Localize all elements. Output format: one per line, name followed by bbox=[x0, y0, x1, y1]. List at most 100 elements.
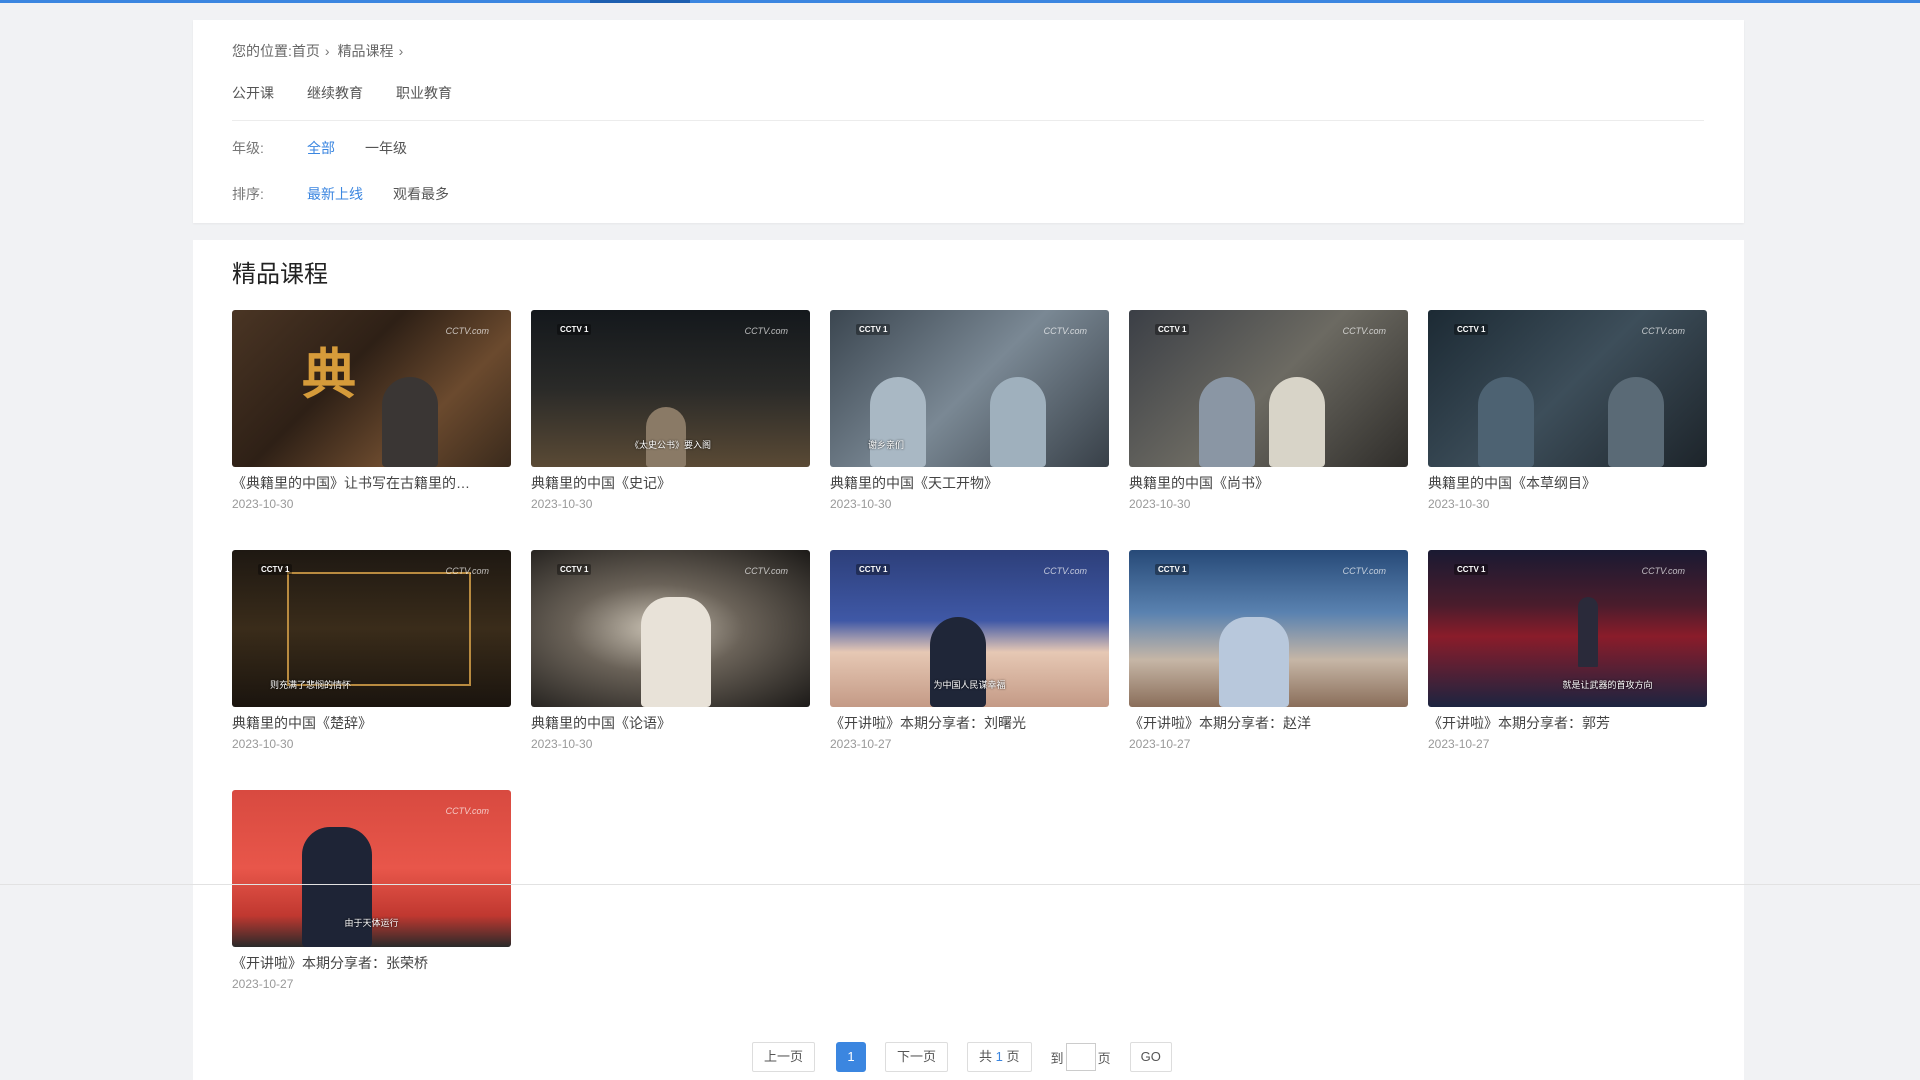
course-date: 2023-10-30 bbox=[830, 497, 892, 511]
course-title[interactable]: 典籍里的中国《天工开物》 bbox=[830, 473, 1109, 493]
top-progress-bar bbox=[0, 0, 1920, 3]
actor-figure bbox=[646, 407, 686, 467]
course-thumbnail[interactable]: CCTV 1 CCTV.com 谢乡亲们 bbox=[830, 310, 1109, 467]
course-date: 2023-10-30 bbox=[531, 737, 593, 751]
breadcrumb-home[interactable]: 首页 bbox=[292, 41, 320, 61]
subtitle-caption: 由于天体运行 bbox=[344, 918, 399, 928]
goto-suffix: 页 bbox=[1097, 1050, 1111, 1066]
course-title[interactable]: 《开讲啦》本期分享者：刘曙光 bbox=[830, 713, 1109, 733]
subtitle-caption: 则充满了悲悯的情怀 bbox=[270, 680, 352, 690]
grade-label: 年级: bbox=[232, 140, 264, 156]
course-thumbnail[interactable]: CCTV.com bbox=[232, 310, 511, 467]
course-title[interactable]: 《开讲啦》本期分享者：赵洋 bbox=[1129, 713, 1408, 733]
cctv1-logo: CCTV 1 bbox=[1155, 564, 1190, 575]
grade-option-all[interactable]: 全部 bbox=[307, 138, 335, 158]
course-title[interactable]: 典籍里的中国《尚书》 bbox=[1129, 473, 1408, 493]
actor-figure bbox=[1608, 377, 1664, 467]
course-card[interactable]: CCTV 1 CCTV.com 典籍里的中国《论语》 2023-10-30 bbox=[531, 550, 810, 751]
course-thumbnail[interactable]: CCTV 1 CCTV.com 就是让武器的首攻方向 bbox=[1428, 550, 1707, 707]
cctv-logo: CCTV.com bbox=[1641, 566, 1685, 576]
cctv1-logo: CCTV 1 bbox=[1155, 324, 1190, 335]
course-title[interactable]: 典籍里的中国《史记》 bbox=[531, 473, 810, 493]
cctv-logo: CCTV.com bbox=[744, 566, 788, 576]
goto-page-input[interactable] bbox=[1065, 1043, 1096, 1071]
cctv-logo: CCTV.com bbox=[1342, 326, 1386, 336]
course-card[interactable]: CCTV 1 CCTV.com 则充满了悲悯的情怀 典籍里的中国《楚辞》 202… bbox=[232, 550, 511, 751]
cctv-logo: CCTV.com bbox=[744, 326, 788, 336]
actor-figure bbox=[1199, 377, 1255, 467]
course-thumbnail[interactable]: CCTV 1 CCTV.com 为中国人民谋幸福 bbox=[830, 550, 1109, 707]
actor-figure bbox=[1478, 377, 1534, 467]
subtitle-caption: 《太史公书》要入阁 bbox=[629, 440, 711, 450]
goto-page: 到 页 bbox=[1051, 1043, 1111, 1071]
chevron-right-icon: › bbox=[324, 43, 330, 59]
course-date: 2023-10-30 bbox=[1129, 497, 1191, 511]
goto-prefix: 到 bbox=[1050, 1050, 1064, 1066]
actor-figure bbox=[1269, 377, 1325, 467]
total-count: 1 bbox=[995, 1049, 1003, 1064]
category-tabs: 公开课 继续教育 职业教育 bbox=[232, 83, 452, 103]
tab-continuing-education[interactable]: 继续教育 bbox=[307, 83, 363, 103]
breadcrumb-current[interactable]: 精品课程 bbox=[338, 41, 394, 61]
section-title: 精品课程 bbox=[232, 261, 328, 288]
cctv-logo: CCTV.com bbox=[445, 806, 489, 816]
course-title[interactable]: 《典籍里的中国》让书写在古籍里的… bbox=[232, 473, 511, 493]
course-thumbnail[interactable]: CCTV 1 CCTV.com bbox=[1129, 550, 1408, 707]
total-prefix: 共 bbox=[979, 1049, 993, 1064]
cctv1-logo: CCTV 1 bbox=[258, 564, 293, 575]
pagination: 上一页 1 下一页 共 1 页 到 页 GO bbox=[752, 1042, 1172, 1072]
course-title[interactable]: 《开讲啦》本期分享者：郭芳 bbox=[1428, 713, 1707, 733]
cctv-logo: CCTV.com bbox=[1043, 326, 1087, 336]
presenter-figure bbox=[382, 377, 438, 467]
cctv-logo: CCTV.com bbox=[445, 566, 489, 576]
course-title[interactable]: 典籍里的中国《楚辞》 bbox=[232, 713, 511, 733]
breadcrumb-prefix: 您的位置: bbox=[232, 43, 292, 59]
course-card[interactable]: CCTV 1 CCTV.com 典籍里的中国《尚书》 2023-10-30 bbox=[1129, 310, 1408, 511]
prev-page-button[interactable]: 上一页 bbox=[752, 1042, 816, 1072]
speaker-figure bbox=[1219, 617, 1289, 707]
course-thumbnail[interactable]: CCTV 1 CCTV.com 则充满了悲悯的情怀 bbox=[232, 550, 511, 707]
course-title[interactable]: 典籍里的中国《本草纲目》 bbox=[1428, 473, 1707, 493]
cctv1-logo: CCTV 1 bbox=[557, 564, 592, 575]
subtitle-caption: 谢乡亲们 bbox=[868, 440, 905, 450]
actor-figure bbox=[641, 597, 711, 707]
course-date: 2023-10-27 bbox=[830, 737, 892, 751]
tab-vocational-education[interactable]: 职业教育 bbox=[396, 83, 452, 103]
course-title[interactable]: 《开讲啦》本期分享者：张荣桥 bbox=[232, 953, 511, 973]
cctv-logo: CCTV.com bbox=[1641, 326, 1685, 336]
sort-option-most-viewed[interactable]: 观看最多 bbox=[393, 184, 449, 204]
course-card[interactable]: CCTV 1 CCTV.com 典籍里的中国《本草纲目》 2023-10-30 bbox=[1428, 310, 1707, 511]
course-thumbnail[interactable]: CCTV 1 CCTV.com bbox=[531, 550, 810, 707]
actor-figure bbox=[990, 377, 1046, 467]
course-card[interactable]: CCTV 1 CCTV.com 为中国人民谋幸福 《开讲啦》本期分享者：刘曙光 … bbox=[830, 550, 1109, 751]
sort-option-latest[interactable]: 最新上线 bbox=[307, 184, 363, 204]
course-date: 2023-10-30 bbox=[232, 497, 294, 511]
page-1-button[interactable]: 1 bbox=[836, 1042, 867, 1072]
course-thumbnail[interactable]: CCTV 1 CCTV.com 《太史公书》要入阁 bbox=[531, 310, 810, 467]
grade-option-first[interactable]: 一年级 bbox=[365, 138, 407, 158]
course-card[interactable]: CCTV.com 《典籍里的中国》让书写在古籍里的… 2023-10-30 bbox=[232, 310, 511, 511]
course-card[interactable]: CCTV 1 CCTV.com 《太史公书》要入阁 典籍里的中国《史记》 202… bbox=[531, 310, 810, 511]
course-card[interactable]: CCTV 1 CCTV.com 《开讲啦》本期分享者：赵洋 2023-10-27 bbox=[1129, 550, 1408, 751]
tab-open-course[interactable]: 公开课 bbox=[232, 83, 274, 103]
cctv1-logo: CCTV 1 bbox=[1454, 324, 1489, 335]
divider bbox=[232, 120, 1704, 121]
course-date: 2023-10-27 bbox=[1428, 737, 1490, 751]
next-page-button[interactable]: 下一页 bbox=[885, 1042, 949, 1072]
grade-filter: 年级: 全部 一年级 bbox=[232, 138, 437, 158]
course-thumbnail[interactable]: CCTV 1 CCTV.com bbox=[1428, 310, 1707, 467]
go-button[interactable]: GO bbox=[1129, 1042, 1172, 1072]
filter-panel: 您的位置: 首页 › 精品课程 › 公开课 继续教育 职业教育 年级: 全部 一… bbox=[193, 20, 1744, 223]
course-card[interactable]: CCTV 1 CCTV.com 就是让武器的首攻方向 《开讲啦》本期分享者：郭芳… bbox=[1428, 550, 1707, 751]
course-card[interactable]: CCTV.com 由于天体运行 《开讲啦》本期分享者：张荣桥 2023-10-2… bbox=[232, 790, 511, 991]
total-suffix: 页 bbox=[1006, 1049, 1020, 1064]
course-card[interactable]: CCTV 1 CCTV.com 谢乡亲们 典籍里的中国《天工开物》 2023-1… bbox=[830, 310, 1109, 511]
course-thumbnail[interactable]: CCTV 1 CCTV.com bbox=[1129, 310, 1408, 467]
chevron-right-icon: › bbox=[398, 43, 404, 59]
course-title[interactable]: 典籍里的中国《论语》 bbox=[531, 713, 810, 733]
cctv1-logo: CCTV 1 bbox=[557, 324, 592, 335]
course-thumbnail[interactable]: CCTV.com 由于天体运行 bbox=[232, 790, 511, 947]
cctv1-logo: CCTV 1 bbox=[856, 564, 891, 575]
course-date: 2023-10-30 bbox=[1428, 497, 1490, 511]
course-list-panel: 精品课程 CCTV.com 《典籍里的中国》让书写在古籍里的… 2023-10-… bbox=[193, 240, 1744, 1080]
